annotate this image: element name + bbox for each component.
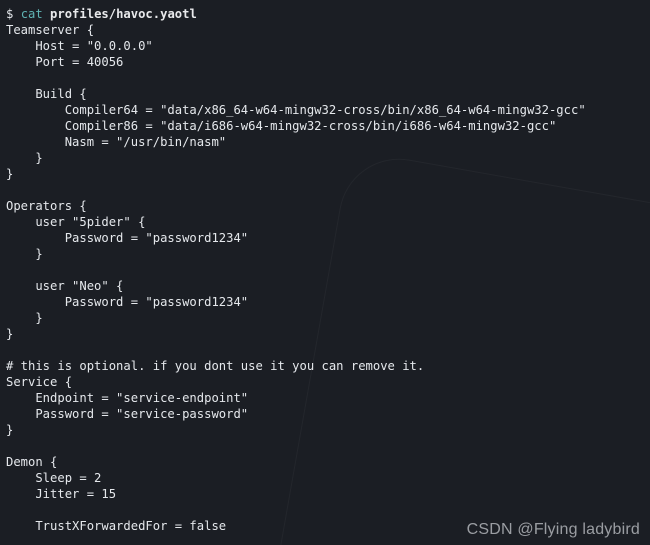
file-content: Teamserver { Host = "0.0.0.0" Port = 400… [6,23,586,533]
command-text: cat [21,7,43,21]
command-argument: profiles/havoc.yaotl [50,7,197,21]
terminal-output: $ cat profiles/havoc.yaotl Teamserver { … [0,0,650,540]
shell-prompt: $ [6,7,13,21]
